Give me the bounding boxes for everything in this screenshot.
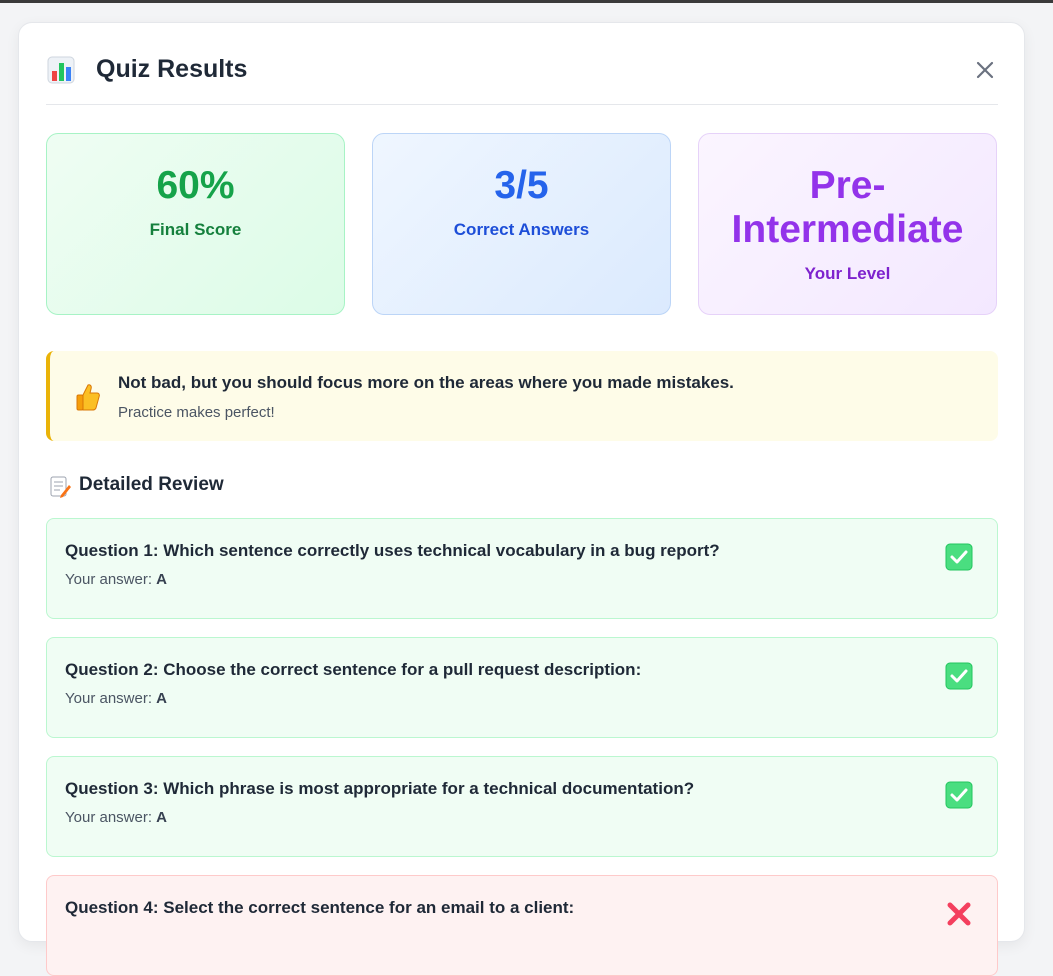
feedback-message: Not bad, but you should focus more on th…	[118, 373, 734, 392]
final-score-card: 60% Final Score	[46, 133, 345, 315]
correct-answers-label: Correct Answers	[453, 220, 590, 239]
feedback-sub: Practice makes perfect!	[118, 404, 275, 421]
memo-icon	[50, 476, 71, 498]
window-top-bar	[0, 0, 1053, 3]
answer-value: A	[156, 690, 168, 707]
final-score-value: 60%	[156, 164, 235, 207]
answer-value: A	[156, 809, 168, 826]
your-answer: Your answer: A	[65, 571, 168, 588]
check-icon	[945, 662, 973, 690]
modal-header: Quiz Results	[46, 49, 998, 105]
question-text: Question 2: Choose the correct sentence …	[65, 660, 642, 679]
question-item: Question 1: Which sentence correctly use…	[46, 518, 998, 619]
cross-icon	[947, 902, 971, 926]
level-value: Pre-Intermediate	[731, 164, 964, 251]
question-item: Question 4: Select the correct sentence …	[46, 875, 998, 976]
stats-cards: 60% Final Score 3/5 Correct Answers Pre-…	[46, 133, 998, 315]
question-item: Question 3: Which phrase is most appropr…	[46, 756, 998, 857]
bar-chart-icon	[47, 56, 75, 84]
modal-title: Quiz Results	[96, 55, 248, 83]
correct-answers-value: 3/5	[494, 164, 549, 207]
question-text: Question 1: Which sentence correctly use…	[65, 541, 720, 560]
question-text: Question 3: Which phrase is most appropr…	[65, 779, 695, 798]
check-icon	[945, 543, 973, 571]
question-item: Question 2: Choose the correct sentence …	[46, 637, 998, 738]
level-label: Your Level	[804, 264, 891, 283]
final-score-label: Final Score	[149, 220, 242, 239]
feedback-box: Not bad, but you should focus more on th…	[46, 351, 998, 441]
check-icon	[945, 781, 973, 809]
your-answer: Your answer: A	[65, 690, 168, 707]
close-icon[interactable]	[972, 57, 998, 83]
quiz-results-modal: Quiz Results 60% Final Score 3/5 Correct…	[18, 22, 1025, 976]
question-text: Question 4: Select the correct sentence …	[65, 898, 575, 917]
correct-answers-card: 3/5 Correct Answers	[372, 133, 671, 315]
your-answer: Your answer: A	[65, 809, 168, 826]
answer-value: A	[156, 571, 168, 588]
thumbs-up-icon	[76, 384, 100, 411]
level-card: Pre-Intermediate Your Level	[698, 133, 997, 315]
review-title: Detailed Review	[79, 474, 224, 495]
